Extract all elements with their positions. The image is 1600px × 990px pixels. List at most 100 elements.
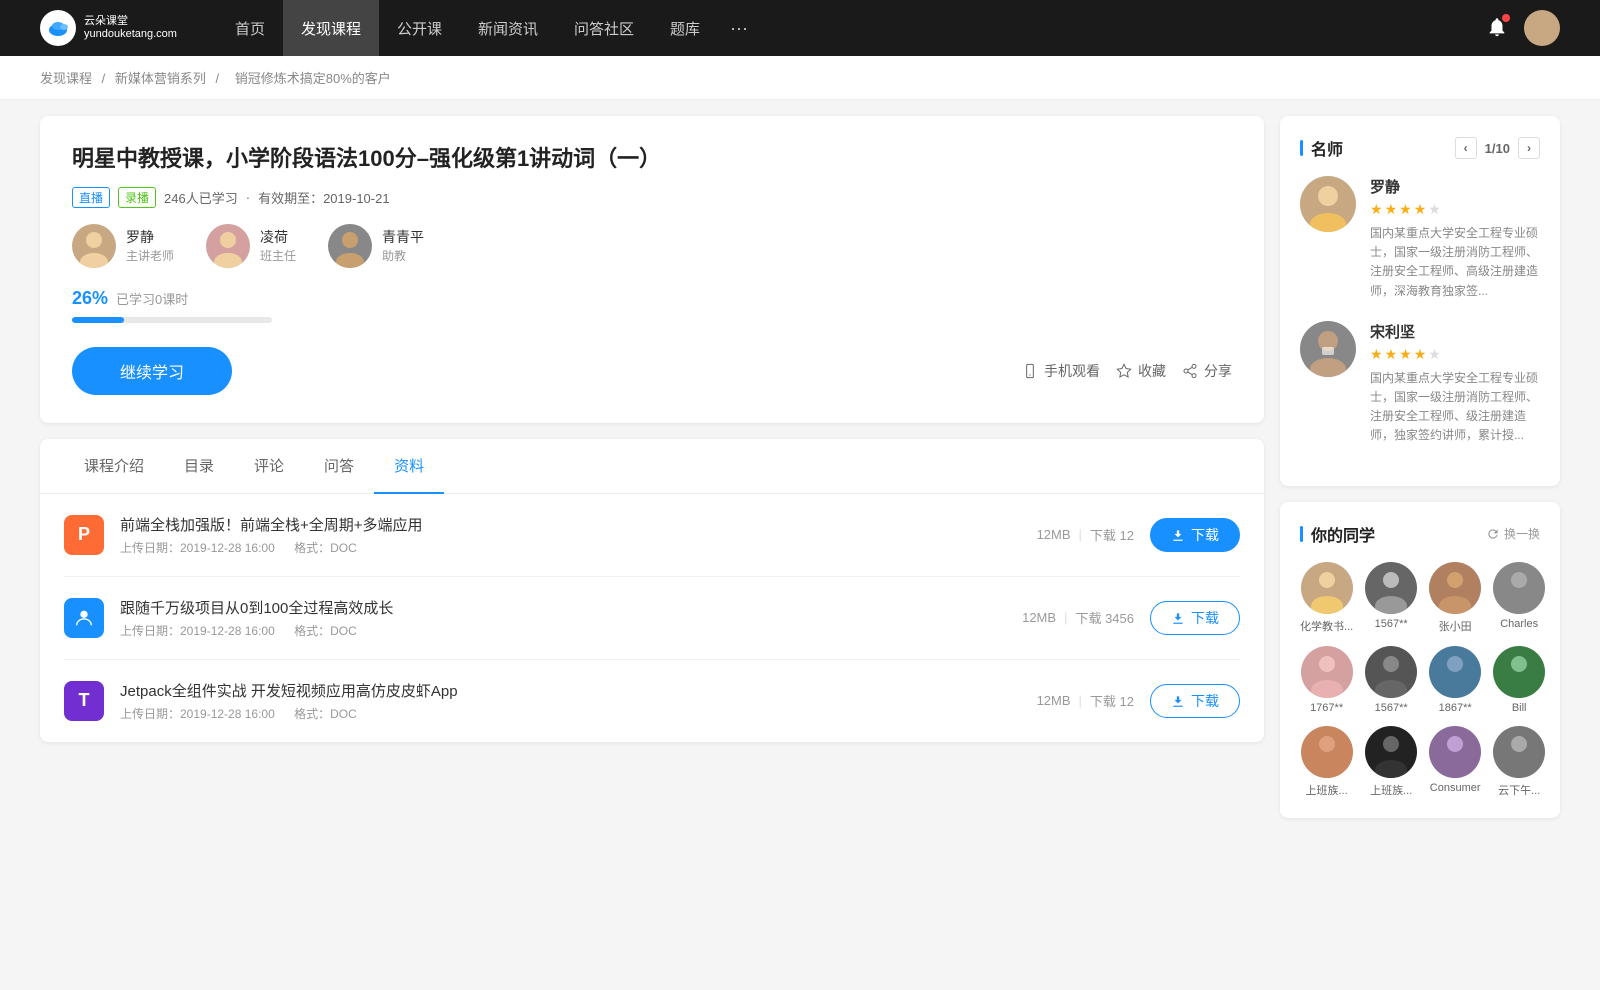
download-button-2[interactable]: 下载 (1150, 684, 1240, 718)
action-buttons: 手机观看 收藏 分享 (1022, 361, 1232, 381)
classmate-avatar-9 (1365, 726, 1417, 778)
classmate-8[interactable]: 上班族... (1300, 726, 1353, 798)
teachers-nav: ‹ 1/10 › (1455, 137, 1540, 159)
share-label: 分享 (1204, 361, 1232, 381)
classmate-avatar-2 (1429, 562, 1481, 614)
classmate-0[interactable]: 化学教书... (1300, 562, 1353, 634)
classmate-avatar-8 (1301, 726, 1353, 778)
classmate-1[interactable]: 1567** (1365, 562, 1417, 634)
classmate-name-8: 上班族... (1306, 782, 1348, 798)
continue-button[interactable]: 继续学习 (72, 347, 232, 395)
classmate-3[interactable]: Charles (1493, 562, 1545, 634)
teacher-0: 罗静 主讲老师 (72, 224, 174, 268)
share-button[interactable]: 分享 (1182, 361, 1232, 381)
tab-resources[interactable]: 资料 (374, 439, 444, 494)
classmate-11[interactable]: 云下午... (1493, 726, 1545, 798)
nav-public[interactable]: 公开课 (379, 0, 460, 56)
sidebar-teacher-stars-0: ★ ★ ★ ★ ★ (1370, 201, 1540, 218)
nav-news[interactable]: 新闻资讯 (460, 0, 556, 56)
resource-item: 跟随千万级项目从0到100全过程高效成长 上传日期：2019-12-28 16:… (64, 577, 1240, 660)
course-valid: 有效期至：2019-10-21 (258, 188, 390, 207)
bell-icon[interactable] (1486, 16, 1508, 41)
classmate-5[interactable]: 1567** (1365, 646, 1417, 714)
classmate-2[interactable]: 张小田 (1429, 562, 1481, 634)
logo-icon (40, 10, 76, 46)
classmate-10[interactable]: Consumer (1429, 726, 1481, 798)
tab-qa[interactable]: 问答 (304, 439, 374, 494)
classmate-avatar-10 (1429, 726, 1481, 778)
teachers-prev-button[interactable]: ‹ (1455, 137, 1477, 159)
resource-info-0: 前端全栈加强版！前端全栈+全周期+多端应用 上传日期：2019-12-28 16… (120, 514, 1021, 556)
teacher-avatar-2 (328, 224, 372, 268)
classmate-7[interactable]: Bill (1493, 646, 1545, 714)
main-layout: 明星中教授课，小学阶段语法100分–强化级第1讲动词（一） 直播 录播 246人… (0, 100, 1600, 850)
resource-icon-1 (64, 598, 104, 638)
sidebar-teacher-avatar-1 (1300, 321, 1356, 377)
teacher-info-1: 凌荷 班主任 (260, 227, 296, 264)
classmate-6[interactable]: 1867** (1429, 646, 1481, 714)
teacher-name-1: 凌荷 (260, 227, 296, 247)
user-avatar[interactable] (1524, 10, 1560, 46)
refresh-button[interactable]: 换一换 (1486, 525, 1540, 542)
sidebar-teacher-info-0: 罗静 ★ ★ ★ ★ ★ 国内某重点大学安全工程专业硕士，国家一级注册消防工程师… (1370, 176, 1540, 301)
resource-stats-2: 12MB | 下载 12 (1037, 691, 1134, 710)
teacher-role-1: 班主任 (260, 247, 296, 264)
download-icon (1171, 528, 1185, 542)
nav-qa[interactable]: 问答社区 (556, 0, 652, 56)
classmate-name-9: 上班族... (1370, 782, 1412, 798)
classmate-name-1: 1567** (1375, 618, 1408, 630)
nav-quiz[interactable]: 题库 (652, 0, 718, 56)
person-icon (73, 607, 95, 629)
teacher-info-0: 罗静 主讲老师 (126, 227, 174, 264)
classmates-header: 你的同学 换一换 (1300, 522, 1540, 546)
teachers-next-button[interactable]: › (1518, 137, 1540, 159)
logo[interactable]: 云朵课堂 yundouketang.com (40, 10, 177, 46)
classmate-avatar-5 (1365, 646, 1417, 698)
resource-list: P 前端全栈加强版！前端全栈+全周期+多端应用 上传日期：2019-12-28 … (40, 494, 1264, 742)
share-icon (1182, 363, 1198, 379)
resource-meta-0: 上传日期：2019-12-28 16:00 格式：DOC (120, 539, 1021, 556)
course-students: 246人已学习 (164, 188, 238, 207)
tab-comment[interactable]: 评论 (234, 439, 304, 494)
nav-discover[interactable]: 发现课程 (283, 0, 379, 56)
resource-stats-1: 12MB | 下载 3456 (1022, 608, 1134, 627)
collect-button[interactable]: 收藏 (1116, 361, 1166, 381)
sidebar-teacher-avatar-0 (1300, 176, 1356, 232)
classmate-name-7: Bill (1512, 702, 1527, 714)
classmate-avatar-4 (1301, 646, 1353, 698)
teacher-avatar-1 (206, 224, 250, 268)
sidebar-teacher-1: 宋利坚 ★ ★ ★ ★ ★ 国内某重点大学安全工程专业硕士，国家一级注册消防工程… (1300, 321, 1540, 446)
course-card: 明星中教授课，小学阶段语法100分–强化级第1讲动词（一） 直播 录播 246人… (40, 116, 1264, 423)
breadcrumb-series[interactable]: 新媒体营销系列 (115, 71, 206, 86)
nav: 首页 发现课程 公开课 新闻资讯 问答社区 题库 ··· (217, 0, 1486, 56)
sidebar: 名师 ‹ 1/10 › 罗静 ★ ★ (1280, 116, 1560, 834)
classmate-avatar-0 (1301, 562, 1353, 614)
download-icon (1171, 611, 1185, 625)
resource-item: T Jetpack全组件实战 开发短视频应用高仿皮皮虾App 上传日期：2019… (64, 660, 1240, 742)
mobile-watch-button[interactable]: 手机观看 (1022, 361, 1100, 381)
download-button-1[interactable]: 下载 (1150, 601, 1240, 635)
tab-catalog[interactable]: 目录 (164, 439, 234, 494)
classmate-9[interactable]: 上班族... (1365, 726, 1417, 798)
nav-more[interactable]: ··· (718, 0, 760, 56)
sidebar-teacher-name-0: 罗静 (1370, 176, 1540, 197)
refresh-icon (1486, 527, 1500, 541)
mobile-icon (1022, 363, 1038, 379)
classmates-grid: 化学教书... 1567** 张小田 (1300, 562, 1540, 798)
resource-info-2: Jetpack全组件实战 开发短视频应用高仿皮皮虾App 上传日期：2019-1… (120, 680, 1021, 722)
progress-bar-fill (72, 317, 124, 323)
breadcrumb-discover[interactable]: 发现课程 (40, 71, 92, 86)
classmate-name-0: 化学教书... (1300, 618, 1353, 634)
classmate-name-3: Charles (1500, 618, 1538, 630)
breadcrumb: 发现课程 / 新媒体营销系列 / 销冠修炼术搞定80%的客户 (0, 56, 1600, 100)
download-button-0[interactable]: 下载 (1150, 518, 1240, 552)
classmate-4[interactable]: 1767** (1300, 646, 1353, 714)
tab-intro[interactable]: 课程介绍 (64, 439, 164, 494)
progress-section: 26% 已学习0课时 (72, 288, 1232, 323)
progress-label: 26% 已学习0课时 (72, 288, 1232, 309)
classmate-name-4: 1767** (1310, 702, 1343, 714)
resource-name-2: Jetpack全组件实战 开发短视频应用高仿皮皮虾App (120, 680, 1021, 701)
nav-home[interactable]: 首页 (217, 0, 283, 56)
mobile-watch-label: 手机观看 (1044, 361, 1100, 381)
resource-downloads-0: 下载 12 (1090, 525, 1134, 544)
